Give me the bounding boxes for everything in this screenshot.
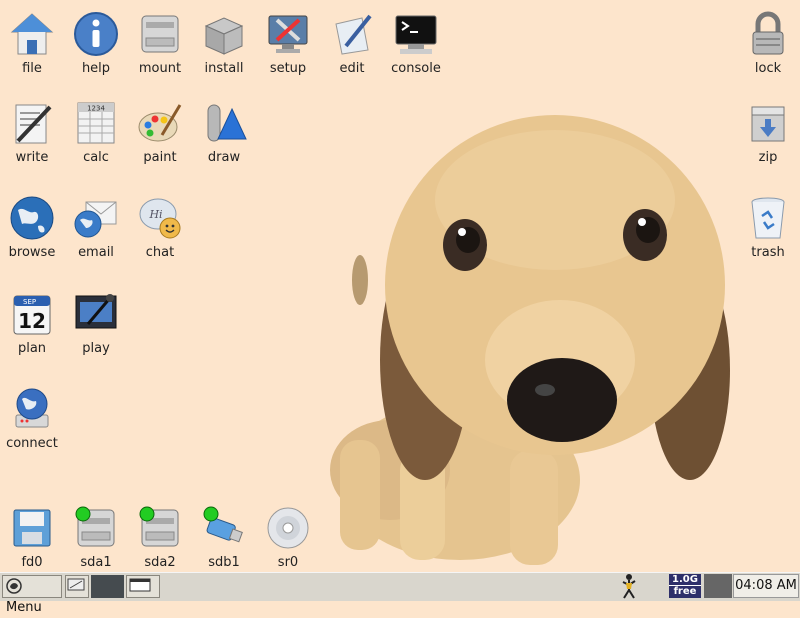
desktop-icon-help[interactable]: help xyxy=(64,6,128,86)
desktop-icon-sda1[interactable]: sda1 xyxy=(64,500,128,580)
desktop-icon-label: sr0 xyxy=(277,555,299,570)
desktop-icon-write[interactable]: write xyxy=(0,95,64,175)
desktop-icon-sdb1[interactable]: sdb1 xyxy=(192,500,256,580)
desktop-icon-mount[interactable]: mount xyxy=(128,6,192,86)
desktop-icon-label: lock xyxy=(754,61,782,76)
padlock-icon xyxy=(752,11,784,55)
desktop-icon-lock[interactable]: lock xyxy=(736,6,800,86)
mounted-indicator-icon xyxy=(75,506,91,522)
floppy-disk-icon xyxy=(13,509,51,547)
calendar-day-text: 12 xyxy=(18,309,46,333)
info-icon xyxy=(74,12,118,56)
spreadsheet-icon: 1234 xyxy=(77,102,115,144)
globe-icon xyxy=(10,196,54,240)
hard-drive-icon xyxy=(141,15,179,53)
desktop-icon-plan[interactable]: SEP 12 plan xyxy=(0,286,64,366)
optical-disc-icon xyxy=(267,507,309,549)
taskbar-workspace-area[interactable] xyxy=(91,575,124,598)
desktop-icon-label: trash xyxy=(751,245,785,260)
desktop-icon-label: play xyxy=(82,341,110,356)
pen-paper-icon xyxy=(335,14,372,55)
tray-stickman-icon[interactable] xyxy=(618,572,640,600)
desktop-icon-sr0[interactable]: sr0 xyxy=(256,500,320,580)
desktop-icon-install[interactable]: install xyxy=(192,6,256,86)
menu-button[interactable]: Menu xyxy=(2,575,62,615)
desktop-icon-label: install xyxy=(204,61,244,76)
desktop-icon-label: fd0 xyxy=(21,555,43,570)
desktop-icon-browse[interactable]: browse xyxy=(0,190,64,270)
media-player-icon xyxy=(75,294,117,329)
desktop-icon-fd0[interactable]: fd0 xyxy=(0,500,64,580)
drive-mounted-icon xyxy=(139,506,179,547)
menu-logo-icon xyxy=(6,578,22,594)
archive-box-icon xyxy=(751,106,785,142)
desktop-icon-chat[interactable]: Hi chat xyxy=(128,190,192,270)
show-desktop-button[interactable] xyxy=(65,575,89,598)
memory-free-indicator[interactable]: 1.0G free xyxy=(669,574,701,598)
desktop-icon-zip[interactable]: zip xyxy=(736,95,800,175)
terminal-icon xyxy=(395,15,437,54)
desktop-icon-label: file xyxy=(22,61,42,76)
window-icon xyxy=(129,578,151,592)
network-globe-icon xyxy=(15,388,49,428)
desktop-icon-edit[interactable]: edit xyxy=(320,6,384,86)
memory-free-amount: 1.0G xyxy=(669,574,701,586)
desktop-icon-trash[interactable]: trash xyxy=(736,190,800,270)
memory-free-label: free xyxy=(673,586,697,597)
desktop-icon-label: calc xyxy=(83,150,109,165)
desktop-icon-label: setup xyxy=(269,61,307,76)
writer-document-icon xyxy=(15,104,52,144)
chat-bubble-text: Hi xyxy=(148,208,162,221)
desktop-icon-sda2[interactable]: sda2 xyxy=(128,500,192,580)
desktop-icon-email[interactable]: email xyxy=(64,190,128,270)
mounted-indicator-icon xyxy=(139,506,155,522)
home-folder-icon xyxy=(10,13,54,55)
calc-header-text: 1234 xyxy=(87,105,105,113)
desktop-icon-label: draw xyxy=(207,150,241,165)
drive-mounted-icon xyxy=(75,506,115,547)
chat-bubble-icon: Hi xyxy=(139,198,181,239)
desktop-icon-play[interactable]: play xyxy=(64,286,128,366)
puppy-wallpaper-image xyxy=(330,115,730,565)
shapes-icon xyxy=(207,104,247,142)
tools-monitor-icon xyxy=(268,15,308,53)
desktop-icon-label: connect xyxy=(6,436,58,451)
desktop-icon-label: edit xyxy=(339,61,365,76)
desktop-icon-label: mount xyxy=(138,61,182,76)
email-icon xyxy=(74,201,117,238)
calendar-month-text: SEP xyxy=(23,298,36,306)
palette-icon xyxy=(138,104,182,142)
desktop-icon-label: write xyxy=(15,150,49,165)
calendar-icon: SEP 12 xyxy=(13,295,51,335)
desktop-icon-calc[interactable]: 1234 calc xyxy=(64,95,128,175)
clock[interactable]: 04:08 AM xyxy=(733,574,799,598)
desktop-icon-draw[interactable]: draw xyxy=(192,95,256,175)
desktop-icon-label: help xyxy=(81,61,111,76)
desktop-icon-label: zip xyxy=(758,150,778,165)
desktop-icon-label: chat xyxy=(145,245,175,260)
desktop-icon-label: paint xyxy=(143,150,177,165)
desktop-icon-paint[interactable]: paint xyxy=(128,95,192,175)
desktop-icon-label: plan xyxy=(17,341,47,356)
desktop-icon-label: sda1 xyxy=(80,555,112,570)
desktop-icon-label: sdb1 xyxy=(208,555,240,570)
trash-bin-icon xyxy=(751,197,785,239)
desktop-icon-label: sda2 xyxy=(144,555,176,570)
desktop-icon-label: email xyxy=(78,245,114,260)
memory-gauge xyxy=(704,574,732,598)
desktop-icon-label: console xyxy=(391,61,441,76)
window-list-button[interactable] xyxy=(126,575,160,598)
desktop-icon-file[interactable]: file xyxy=(0,6,64,86)
desktop-icon-connect[interactable]: connect xyxy=(0,381,64,461)
menu-button-label: Menu xyxy=(6,600,42,615)
desktop-icon-setup[interactable]: setup xyxy=(256,6,320,86)
package-box-icon xyxy=(204,17,244,55)
desktop-icon-label: browse xyxy=(8,245,56,260)
mounted-indicator-icon xyxy=(203,506,219,522)
show-desktop-icon xyxy=(67,578,85,591)
usb-drive-mounted-icon xyxy=(203,506,243,543)
desktop-icon-console[interactable]: console xyxy=(384,6,448,86)
